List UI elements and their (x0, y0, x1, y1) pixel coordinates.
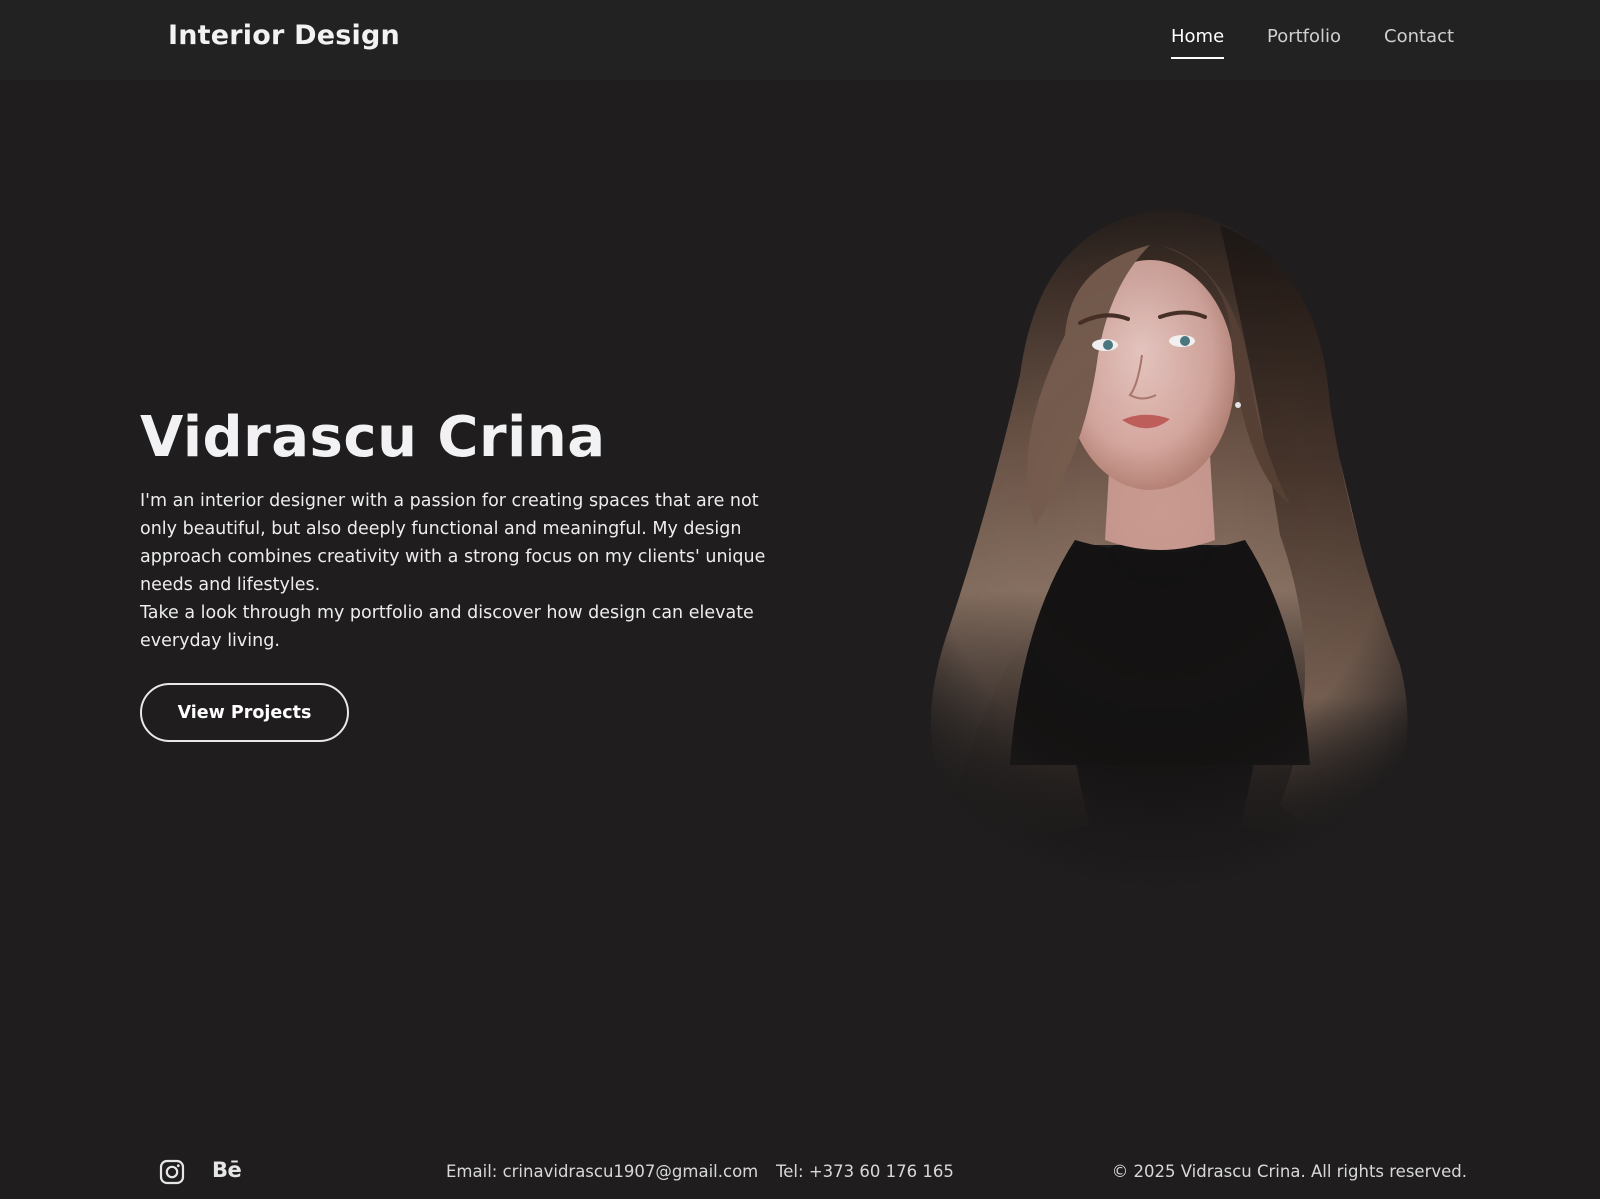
footer-copyright: © 2025 Vidrascu Crina. All rights reserv… (1111, 1162, 1467, 1181)
site-header: Interior Design Home Portfolio Contact (0, 0, 1600, 80)
hero-paragraph-2: Take a look through my portfolio and dis… (140, 603, 754, 651)
footer-phone[interactable]: Tel: +373 60 176 165 (776, 1162, 954, 1181)
nav-portfolio[interactable]: Portfolio (1267, 26, 1341, 57)
hero-paragraph-1: I'm an interior designer with a passion … (140, 491, 766, 595)
instagram-icon[interactable] (159, 1159, 185, 1185)
footer-email[interactable]: Email: crinavidrascu1907@gmail.com (446, 1162, 758, 1181)
hero-title: Vidrascu Crina (140, 405, 606, 470)
nav-home[interactable]: Home (1171, 26, 1225, 59)
view-projects-button[interactable]: View Projects (140, 683, 349, 742)
behance-icon[interactable]: Bē (212, 1158, 242, 1182)
main-nav: Home Portfolio Contact (0, 26, 1600, 66)
hero-description: I'm an interior designer with a passion … (140, 487, 780, 655)
portrait-photo (920, 210, 1420, 885)
nav-contact[interactable]: Contact (1384, 26, 1454, 57)
